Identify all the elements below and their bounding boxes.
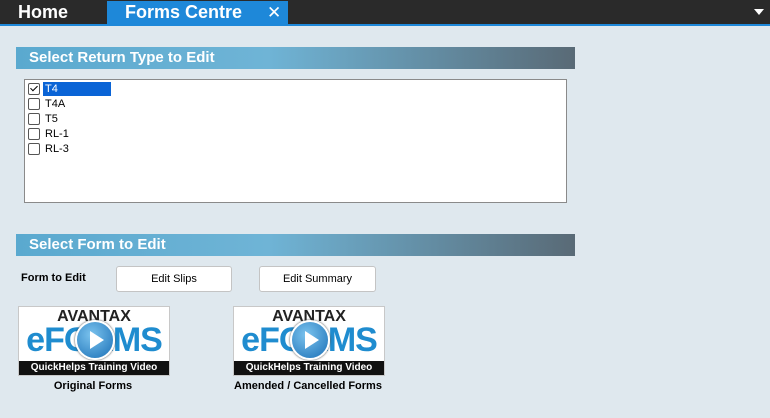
edit-slips-button[interactable]: Edit Slips	[116, 266, 232, 292]
form-edit-header: Select Form to Edit	[16, 234, 575, 256]
return-type-header: Select Return Type to Edit	[16, 47, 575, 69]
list-item-label: RL-1	[45, 128, 69, 140]
tab-forms-centre-label: Forms Centre	[125, 2, 243, 22]
list-item-label: T4	[43, 82, 111, 96]
tab-forms-centre[interactable]: Forms Centre ✕	[107, 1, 288, 24]
return-type-header-label: Select Return Type to Edit	[29, 49, 215, 66]
form-edit-header-label: Select Form to Edit	[29, 236, 166, 253]
close-icon[interactable]: ✕	[267, 1, 281, 24]
checkbox-t4[interactable]	[28, 83, 40, 95]
tab-home[interactable]: Home	[0, 0, 106, 24]
checkbox-t5[interactable]	[28, 113, 40, 125]
play-icon[interactable]	[75, 320, 115, 360]
form-to-edit-label: Form to Edit	[21, 272, 86, 284]
list-item-label: T4A	[45, 98, 66, 110]
list-item-label: RL-3	[45, 143, 69, 155]
tab-underline	[0, 24, 770, 26]
checkbox-rl3[interactable]	[28, 143, 40, 155]
play-icon[interactable]	[290, 320, 330, 360]
edit-summary-button[interactable]: Edit Summary	[259, 266, 376, 292]
chevron-down-icon[interactable]	[754, 9, 764, 15]
list-item-label: T5	[45, 113, 58, 125]
checkbox-t4a[interactable]	[28, 98, 40, 110]
video-thumbnail-amended[interactable]: AVANTAX eFORMS QuickHelps Training Video	[233, 306, 385, 376]
video-caption: QuickHelps Training Video	[234, 361, 384, 375]
return-type-list[interactable]: T4 T4A T5 RL-1 RL-3	[24, 79, 567, 203]
original-forms-label: Original Forms	[53, 380, 133, 392]
tab-home-label: Home	[18, 2, 69, 22]
video-caption: QuickHelps Training Video	[19, 361, 169, 375]
checkbox-rl1[interactable]	[28, 128, 40, 140]
video-thumbnail-original[interactable]: AVANTAX eFORMS QuickHelps Training Video	[18, 306, 170, 376]
amended-forms-label: Amended / Cancelled Forms	[234, 380, 382, 392]
tab-bar: Home Forms Centre ✕	[0, 0, 770, 24]
